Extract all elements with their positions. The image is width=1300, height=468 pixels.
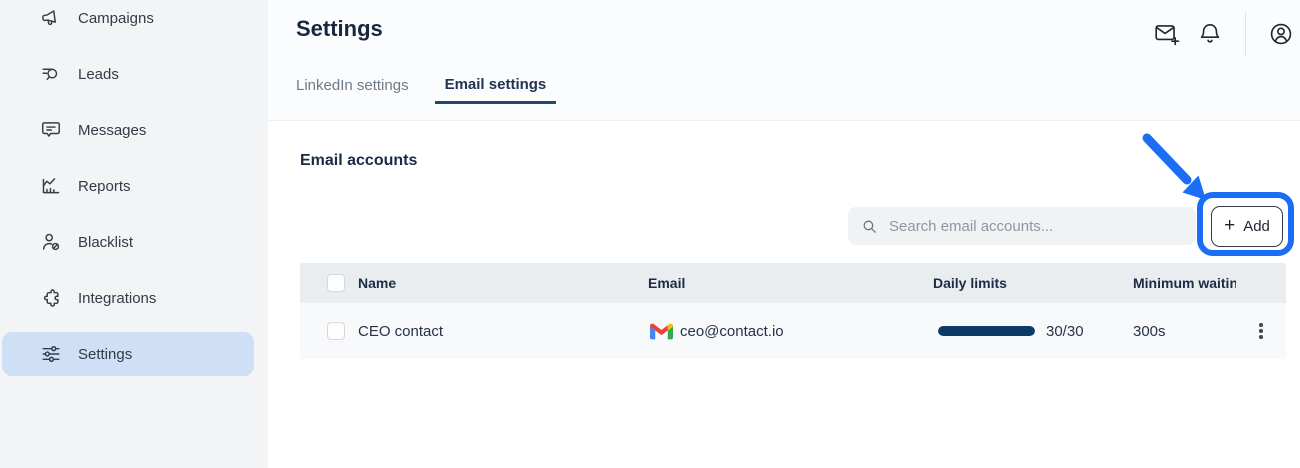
gmail-icon [650,323,673,340]
sidebar-item-messages[interactable]: Messages [2,108,254,152]
column-header-daily-limits: Daily limits [933,263,1129,303]
sliders-icon [40,343,62,365]
sidebar-item-campaigns[interactable]: Campaigns [2,0,254,40]
search-input[interactable] [887,217,1184,236]
account-name: CEO contact [358,303,648,359]
daily-limit-progress-fill [938,326,1035,336]
tab-linkedin-settings[interactable]: LinkedIn settings [296,77,409,104]
column-header-minimum-waiting: Minimum waiting [1129,263,1236,303]
megaphone-icon [40,7,62,29]
sidebar-item-label: Blacklist [78,234,133,251]
sidebar: Campaigns Leads [0,0,268,468]
minimum-waiting-value: 300s [1129,303,1236,359]
bar-chart-icon [40,175,62,197]
sidebar-item-integrations[interactable]: Integrations [2,276,254,320]
search-email-accounts-input[interactable] [848,207,1196,245]
plus-icon: + [1224,216,1235,235]
daily-limit-progressbar [938,326,1035,336]
sidebar-item-label: Messages [78,122,146,139]
tab-bar: LinkedIn settings Email settings [296,76,556,104]
sidebar-nav: Campaigns Leads [0,0,268,376]
daily-limit-value: 30/30 [1046,323,1084,340]
app-window: Campaigns Leads [0,0,1300,468]
add-email-account-button[interactable]: + Add [1211,206,1283,247]
new-email-icon[interactable] [1154,21,1180,47]
row-checkbox[interactable] [327,322,345,340]
sidebar-item-leads[interactable]: Leads [2,52,254,96]
sidebar-item-reports[interactable]: Reports [2,164,254,208]
sidebar-item-settings[interactable]: Settings [2,332,254,376]
main-panel: Settings [268,0,1300,468]
section-title: Email accounts [300,152,417,170]
notifications-bell-icon[interactable] [1197,21,1223,47]
account-email: ceo@contact.io [680,323,784,340]
row-menu-kebab-icon[interactable] [1253,317,1269,345]
sidebar-item-label: Leads [78,66,119,83]
divider [1245,12,1246,56]
sidebar-item-label: Settings [78,346,132,363]
account-icon[interactable] [1268,21,1294,47]
email-accounts-table: Name Email Daily limits Minimum waiting … [300,263,1286,359]
sidebar-item-label: Integrations [78,290,156,307]
sidebar-item-label: Reports [78,178,131,195]
blocked-user-icon [40,231,62,253]
sidebar-item-label: Campaigns [78,10,154,27]
top-icon-bar [1154,12,1294,56]
add-button-label: Add [1243,218,1270,235]
column-header-name: Name [358,263,648,303]
select-all-checkbox[interactable] [327,274,345,292]
page-header: Settings [268,0,1300,121]
sidebar-item-blacklist[interactable]: Blacklist [2,220,254,264]
search-icon [861,218,878,235]
tab-email-settings[interactable]: Email settings [435,76,557,104]
puzzle-icon [40,287,62,309]
table-row: CEO contact ceo@contact.io [300,303,1286,359]
page-title: Settings [296,16,383,42]
leads-search-icon [40,63,62,85]
table-header-row: Name Email Daily limits Minimum waiting [300,263,1286,303]
message-bubble-icon [40,119,62,141]
column-header-email: Email [648,263,933,303]
